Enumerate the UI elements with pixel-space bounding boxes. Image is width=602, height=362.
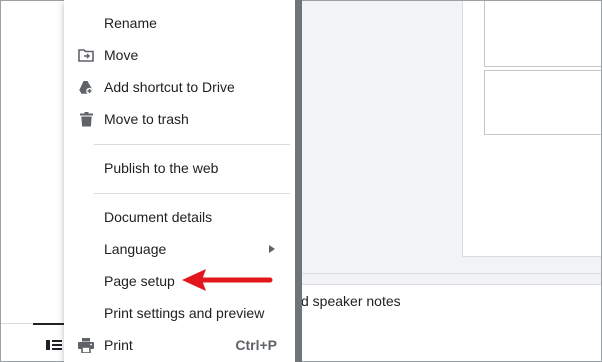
menu-item-label: Language xyxy=(104,241,167,257)
menu-item-move-to-trash[interactable]: Move to trash xyxy=(64,103,295,135)
slide-placeholder-top[interactable] xyxy=(484,1,601,67)
menu-separator xyxy=(94,144,290,145)
filmstrip-active-indicator xyxy=(33,323,67,325)
menu-item-document-details[interactable]: Document details xyxy=(64,201,295,233)
speaker-notes-placeholder[interactable]: d speaker notes xyxy=(301,293,401,309)
menu-item-label: Print settings and preview xyxy=(104,305,265,321)
submenu-arrow-icon xyxy=(269,245,275,253)
menu-item-print[interactable]: Print Ctrl+P xyxy=(64,329,295,361)
menu-item-label: Publish to the web xyxy=(104,160,219,176)
menu-separator xyxy=(94,193,290,194)
menu-item-label: Page setup xyxy=(104,273,175,289)
menu-scrollbar[interactable] xyxy=(295,0,302,362)
red-arrow-annotation-icon xyxy=(182,269,273,291)
menu-item-label: Add shortcut to Drive xyxy=(104,79,235,95)
menu-item-language[interactable]: Language xyxy=(64,233,295,265)
menu-item-label: Move xyxy=(104,47,139,63)
trash-icon xyxy=(78,111,94,127)
menu-item-label: Move to trash xyxy=(104,111,189,127)
menu-item-label: Document details xyxy=(104,209,213,225)
print-shortcut: Ctrl+P xyxy=(235,337,277,353)
menu-item-move[interactable]: Move xyxy=(64,39,295,71)
grid-view-icon[interactable] xyxy=(45,337,63,353)
speaker-notes-resize-bar[interactable] xyxy=(301,273,601,285)
drive-shortcut-icon xyxy=(78,79,94,95)
menu-item-print-settings[interactable]: Print settings and preview xyxy=(64,297,295,329)
menu-item-add-shortcut[interactable]: Add shortcut to Drive xyxy=(64,71,295,103)
menu-item-publish[interactable]: Publish to the web xyxy=(64,152,295,184)
printer-icon xyxy=(78,337,94,353)
file-menu: Rename Move Add shortcut to Drive Move t… xyxy=(64,0,295,362)
menu-item-label: Rename xyxy=(104,15,157,31)
menu-item-label: Print xyxy=(104,337,133,353)
folder-move-icon xyxy=(78,47,94,63)
menu-item-rename[interactable]: Rename xyxy=(64,7,295,39)
slide-placeholder-bottom[interactable] xyxy=(484,70,601,135)
